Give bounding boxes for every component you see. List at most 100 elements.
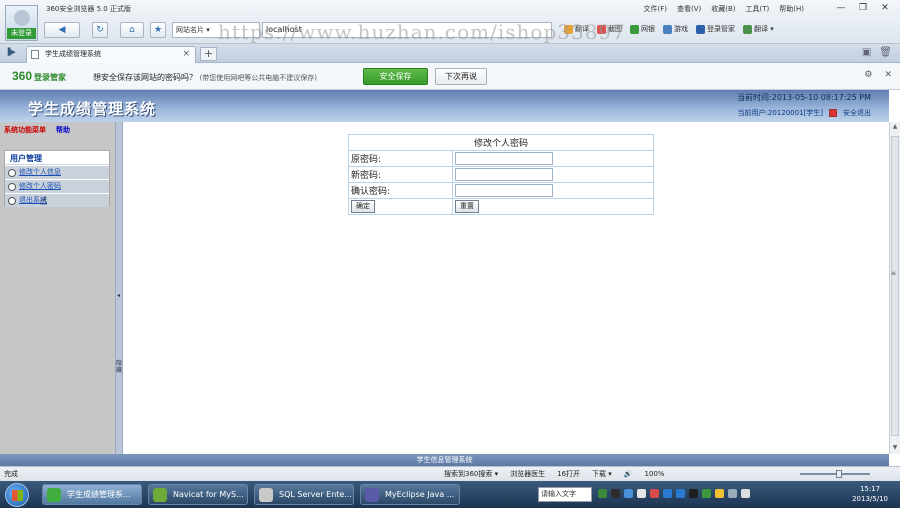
tray-green-icon[interactable] bbox=[598, 489, 607, 498]
submit-button[interactable]: 确定 bbox=[351, 200, 375, 213]
secure-save-button[interactable]: 安全保存 bbox=[363, 68, 428, 85]
restore-button[interactable]: ❐ bbox=[854, 2, 872, 14]
clock-time: 15:17 bbox=[859, 485, 881, 493]
tray-network-icon[interactable] bbox=[728, 489, 737, 498]
settings-gear-icon[interactable]: ⚙ bbox=[864, 70, 872, 80]
scroll-down-icon[interactable]: ▼ bbox=[891, 444, 899, 453]
old-password-input[interactable] bbox=[455, 152, 553, 165]
logout-icon bbox=[829, 109, 837, 117]
tray-monitor-icon[interactable] bbox=[689, 489, 698, 498]
close-bar-icon[interactable]: ✕ bbox=[884, 70, 892, 80]
browser-titlebar: 未登录 360安全浏览器 5.0 正式版 文件(F) 查看(V) 收藏(B) 工… bbox=[0, 0, 900, 44]
current-user: 当前用户:20120001[学生] bbox=[737, 109, 823, 117]
new-password-input[interactable] bbox=[455, 168, 553, 181]
taskbar-myeclipse[interactable]: MyEclipse Java ... bbox=[360, 484, 460, 505]
sidebar-toggle-icon[interactable]: ▐▶ bbox=[5, 48, 17, 58]
taskbar-clock[interactable]: 15:17 2013/5/10 bbox=[852, 484, 888, 504]
collapse-arrow-icon[interactable]: ◂ bbox=[117, 292, 120, 299]
back-button[interactable]: ◀ bbox=[44, 22, 80, 38]
close-tab-icon[interactable]: × bbox=[182, 47, 190, 62]
menu-view[interactable]: 查看(V) bbox=[677, 4, 701, 14]
close-window-button[interactable]: ✕ bbox=[876, 2, 894, 14]
taskbar-navicat[interactable]: Navicat for MyS... bbox=[148, 484, 248, 505]
tray-info-icon[interactable] bbox=[663, 489, 672, 498]
tray-blue-icon[interactable] bbox=[624, 489, 633, 498]
tool-translate[interactable]: 翻译 bbox=[564, 24, 589, 34]
page-scrollbar[interactable]: ▲ ≡ ▼ bbox=[889, 122, 900, 454]
avatar-icon bbox=[14, 10, 30, 26]
reset-button[interactable]: 重置 bbox=[455, 200, 479, 213]
status-doctor[interactable]: 浏览器医生 bbox=[510, 467, 545, 481]
new-tab-button[interactable]: + bbox=[200, 47, 217, 61]
later-button[interactable]: 下次再说 bbox=[435, 68, 487, 85]
status-open[interactable]: 16打开 bbox=[557, 467, 580, 481]
splitter-label: 隐藏 bbox=[116, 360, 123, 374]
menu-heading: 用户管理 bbox=[5, 151, 109, 165]
tool-screenshot[interactable]: 截图 bbox=[597, 24, 622, 34]
user-avatar[interactable]: 未登录 bbox=[5, 5, 38, 41]
trash-icon[interactable]: 🗑 bbox=[879, 47, 892, 58]
refresh-button[interactable]: ↻ bbox=[92, 22, 108, 38]
tab-student-system[interactable]: 学生成绩管理系统 × bbox=[26, 46, 196, 63]
menu-item-change-password[interactable]: 修改个人密码 bbox=[5, 180, 109, 193]
ime-input[interactable]: 请输入文字 bbox=[538, 487, 592, 502]
navigation-toolbar: ◀ ↻ ⌂ ★ 网站名片 ▾ localhost 翻译 截图 网银 游戏 登录管… bbox=[44, 20, 896, 40]
session-info: 当前时间:2013-05-10 08:17:25 PM 当前用户:2012000… bbox=[737, 92, 871, 118]
menu-file[interactable]: 文件(F) bbox=[643, 4, 667, 14]
menu-item-edit-info[interactable]: 修改个人信息 bbox=[5, 166, 109, 179]
current-time: 当前时间:2013-05-10 08:17:25 PM bbox=[737, 93, 871, 102]
taskbar-sqlserver[interactable]: SQL Server Ente... bbox=[254, 484, 354, 505]
tray-dark-icon[interactable] bbox=[611, 489, 620, 498]
change-password-form: 修改个人密码 原密码: 新密码: 确认密码: 确定 重置 bbox=[348, 134, 654, 215]
password-note: (带您使用网吧等公共电脑不建议保存) bbox=[199, 74, 318, 82]
tray-volume-icon[interactable] bbox=[741, 489, 750, 498]
tool-login-manager[interactable]: 登录管家 bbox=[696, 24, 735, 34]
menu-item-logout[interactable]: 退出系统 bbox=[5, 194, 109, 207]
myeclipse-icon bbox=[365, 488, 379, 502]
tool-translate-menu[interactable]: 翻译 ▾ bbox=[743, 24, 774, 34]
frame-splitter[interactable]: ◂ 隐藏 bbox=[115, 122, 123, 454]
menu-favorites[interactable]: 收藏(B) bbox=[711, 4, 735, 14]
minimize-button[interactable]: — bbox=[832, 2, 850, 14]
status-download[interactable]: 下载 ▾ bbox=[592, 467, 612, 481]
volume-icon[interactable]: 🔊 bbox=[624, 467, 633, 481]
password-bar-actions: ⚙ ✕ bbox=[864, 70, 892, 80]
taskbar-browser[interactable]: 学生成绩管理系... bbox=[42, 484, 142, 505]
zoom-slider-knob[interactable] bbox=[836, 470, 842, 478]
tray-360-icon[interactable] bbox=[702, 489, 711, 498]
form-caption: 修改个人密码 bbox=[348, 134, 654, 151]
confirm-password-cell bbox=[452, 182, 654, 199]
tab-list-icon[interactable]: ▣ bbox=[862, 47, 871, 58]
help-link[interactable]: 帮助 bbox=[56, 125, 70, 135]
url-input[interactable]: localhost bbox=[262, 22, 552, 38]
login-status[interactable]: 未登录 bbox=[7, 28, 36, 39]
zoom-level[interactable]: 100% bbox=[645, 467, 665, 481]
window-controls: — ❐ ✕ bbox=[832, 2, 894, 14]
browser-title: 360安全浏览器 5.0 正式版 bbox=[46, 5, 131, 13]
scroll-thumb[interactable] bbox=[891, 136, 899, 436]
scroll-up-icon[interactable]: ▲ bbox=[891, 123, 899, 132]
menu-help[interactable]: 帮助(H) bbox=[779, 4, 804, 14]
tray-red-icon[interactable] bbox=[650, 489, 659, 498]
tool-bank[interactable]: 网银 bbox=[630, 24, 655, 34]
logout-link[interactable]: 安全退出 bbox=[843, 108, 871, 118]
home-button[interactable]: ⌂ bbox=[120, 22, 144, 38]
submit-cell: 确定 bbox=[348, 198, 453, 215]
tray-yellow-icon[interactable] bbox=[715, 489, 724, 498]
home-icon: ⌂ bbox=[129, 25, 135, 35]
tray-white-icon[interactable] bbox=[637, 489, 646, 498]
status-search[interactable]: 搜索到360搜索 ▾ bbox=[444, 467, 498, 481]
360-logo: 360 登录管家 bbox=[12, 69, 67, 83]
web-page: 学生成绩管理系统 当前时间:2013-05-10 08:17:25 PM 当前用… bbox=[0, 90, 900, 466]
system-menu-link[interactable]: 系统功能菜单 bbox=[4, 125, 46, 135]
password-save-bar: 360 登录管家 想安全保存该网站的密码吗？ (带您使用网吧等公共电脑不建议保存)… bbox=[0, 63, 900, 90]
confirm-password-input[interactable] bbox=[455, 184, 553, 197]
favorite-button[interactable]: ★ bbox=[150, 22, 166, 38]
tray-shield-icon[interactable] bbox=[676, 489, 685, 498]
new-password-label: 新密码: bbox=[348, 166, 453, 183]
menu-tools[interactable]: 工具(T) bbox=[746, 4, 770, 14]
tool-games[interactable]: 游戏 bbox=[663, 24, 688, 34]
site-card-button[interactable]: 网站名片 ▾ bbox=[172, 22, 260, 38]
zoom-slider[interactable] bbox=[800, 470, 870, 478]
start-button[interactable] bbox=[5, 483, 29, 507]
